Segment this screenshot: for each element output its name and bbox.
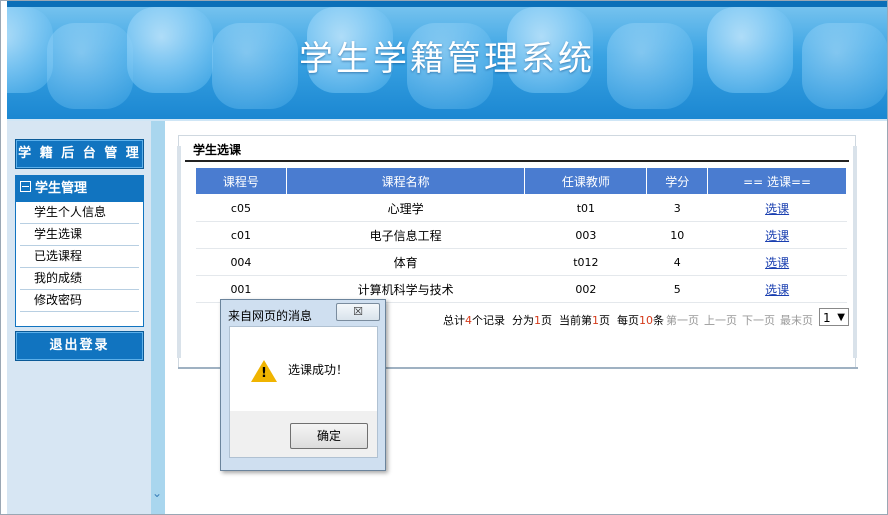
select-course-link[interactable]: 选课 [765,283,789,297]
dialog-body: ! 选课成功！ [229,326,378,412]
app-title: 学生学籍管理系统 [299,39,595,79]
cell-course-code: 004 [195,248,287,276]
pagination-links: 第一页 上一页 下一页 最末页 [666,312,818,328]
admin-backend-button[interactable]: 学 籍 后 台 管 理 [15,139,144,169]
pager-text: 条 [653,314,664,327]
select-course-link[interactable]: 选课 [765,256,789,270]
cell-credit: 5 [646,275,708,303]
warning-icon-mark: ! [261,366,267,381]
cell-course-code: c05 [195,194,287,222]
collapse-icon[interactable] [20,181,31,192]
close-icon: ☒ [353,305,363,318]
cell-course-name: 心理学 [286,194,525,222]
close-button[interactable]: ☒ [336,303,380,321]
pager-text: 个记录 [472,314,505,327]
cell-action: 选课 [707,194,847,222]
next-page-link[interactable]: 下一页 [742,314,775,327]
alert-dialog: 来自网页的消息 ☒ ! 选课成功！ 确定 [220,299,386,471]
current-page-number: 1 [592,314,599,327]
student-management-menu: 学生管理 学生个人信息 学生选课 已选课程 我的成绩 修改密码 [15,175,144,327]
panel-left-edge [177,146,181,358]
table-row: 004 体育 t012 4 选课 [195,248,847,276]
sidebar-item-course-selection[interactable]: 学生选课 [20,224,139,246]
logout-button[interactable]: 退出登录 [15,331,144,361]
page-size-count: 10 [639,314,653,327]
cell-course-code: c01 [195,221,287,249]
ok-button[interactable]: 确定 [290,423,368,449]
pager-text: 当前第 [559,314,592,327]
sidebar-splitter[interactable]: ⌄ [151,121,165,514]
sidebar-item-selected-courses[interactable]: 已选课程 [20,246,139,268]
course-table: 课程号 课程名称 任课教师 学分 == 选课== c05 心理学 t01 3 选… [195,167,847,303]
pager-text: 分为 [512,314,534,327]
cell-teacher: t01 [524,194,647,222]
menu-section-title: 学生管理 [35,181,88,196]
cell-course-name: 体育 [286,248,525,276]
panel-title: 学生选课 [193,143,242,157]
chevron-down-icon[interactable]: ⌄ [152,486,162,500]
cell-action: 选课 [707,248,847,276]
panel-title-underline [185,160,849,162]
cell-credit: 10 [646,221,708,249]
sidebar-item-change-password[interactable]: 修改密码 [20,290,139,312]
cell-teacher: 002 [524,275,647,303]
select-course-link[interactable]: 选课 [765,202,789,216]
sidebar-item-my-grades[interactable]: 我的成绩 [20,268,139,290]
table-header-row: 课程号 课程名称 任课教师 学分 == 选课== [195,167,847,195]
sidebar: 学 籍 后 台 管 理 学生管理 学生个人信息 学生选课 已选课程 我的成绩 修… [7,121,152,514]
total-pages-count: 1 [534,314,541,327]
first-page-link[interactable]: 第一页 [666,314,699,327]
cell-credit: 3 [646,194,708,222]
sidebar-item-student-info[interactable]: 学生个人信息 [20,202,139,224]
pagination-summary: 总计4个记录 分为1页 当前第1页 每页10条 [443,312,664,328]
browser-window: 学生学籍管理系统 学 籍 后 台 管 理 学生管理 学生个人信息 学生选课 已选… [0,0,888,515]
chevron-down-icon: ▼ [837,312,845,323]
column-header-course-code[interactable]: 课程号 [195,167,287,195]
cell-teacher: t012 [524,248,647,276]
table-row: c01 电子信息工程 003 10 选课 [195,221,847,249]
panel-right-edge [853,146,857,358]
page-select[interactable]: 1 ▼ [819,308,849,326]
column-header-select[interactable]: == 选课== [707,167,847,195]
cell-action: 选课 [707,221,847,249]
cell-credit: 4 [646,248,708,276]
pager-text: 总计 [443,314,465,327]
header-banner: 学生学籍管理系统 [7,1,887,121]
column-header-teacher[interactable]: 任课教师 [524,167,648,195]
column-header-course-name[interactable]: 课程名称 [285,167,526,195]
prev-page-link[interactable]: 上一页 [704,314,737,327]
cell-teacher: 003 [524,221,647,249]
dialog-title: 来自网页的消息 [228,309,313,323]
dialog-message: 选课成功！ [288,363,349,377]
total-records-count: 4 [465,314,472,327]
pager-text: 每页 [617,314,639,327]
page-select-value: 1 [823,311,831,325]
pager-text: 页 [599,314,610,327]
menu-section-header[interactable]: 学生管理 [16,176,143,202]
cell-action: 选课 [707,275,847,303]
pager-text: 页 [541,314,552,327]
column-header-credit[interactable]: 学分 [646,167,709,195]
table-row: c05 心理学 t01 3 选课 [195,194,847,222]
select-course-link[interactable]: 选课 [765,229,789,243]
cell-course-name: 电子信息工程 [286,221,525,249]
last-page-link[interactable]: 最末页 [780,314,813,327]
dialog-footer: 确定 [229,411,378,458]
